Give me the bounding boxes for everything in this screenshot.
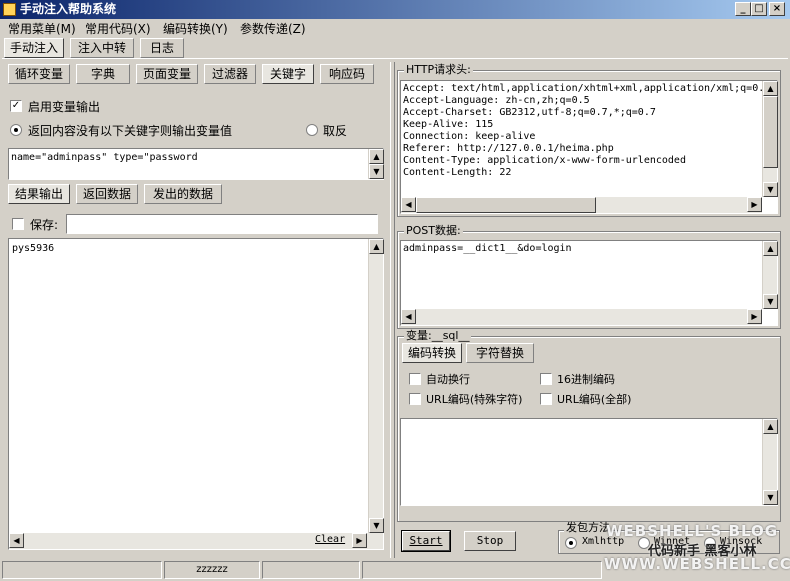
url-encode-all-checkbox[interactable] (540, 393, 552, 405)
scroll-up-icon[interactable]: ▲ (763, 241, 778, 256)
scroll-right-icon[interactable]: ▶ (747, 197, 762, 212)
result-textarea[interactable]: pys5936 ▲ ▼ ◀ Clear ▶ (8, 238, 384, 550)
minimize-button[interactable]: _ (735, 2, 751, 16)
menu-params[interactable]: 参数传递(Z) (240, 20, 306, 38)
scroll-up-icon[interactable]: ▲ (369, 239, 384, 254)
radio-invert-label: 取反 (323, 124, 348, 138)
http-line-accept: Accept: text/html,application/xhtml+xml,… (403, 83, 765, 94)
scroll-right-icon[interactable]: ▶ (352, 533, 367, 548)
http-line-accept-language: Accept-Language: zh-cn,zh;q=0.5 (403, 95, 590, 106)
http-line-content-length: Content-Length: 22 (403, 167, 512, 178)
variable-label: 变量:__sql__ (404, 329, 472, 342)
auto-wrap-label: 自动换行 (426, 373, 470, 386)
scroll-down-icon[interactable]: ▼ (763, 490, 778, 505)
tab-manual-inject[interactable]: 手动注入 (4, 38, 64, 58)
tab-page-var[interactable]: 页面变量 (136, 64, 198, 84)
scroll-thumb[interactable] (416, 197, 596, 213)
tab-char-replace[interactable]: 字符替换 (466, 343, 534, 363)
scroll-left-icon[interactable]: ◀ (401, 197, 416, 212)
scroll-down-icon[interactable]: ▼ (369, 164, 384, 179)
scroll-left-icon[interactable]: ◀ (401, 309, 416, 324)
close-button[interactable]: × (769, 2, 785, 16)
tab-sent-data[interactable]: 发出的数据 (144, 184, 222, 204)
maximize-button[interactable]: □ (751, 2, 767, 16)
http-hscrollbar[interactable]: ◀ ▶ (401, 197, 762, 213)
tab-loop-var[interactable]: 循环变量 (8, 64, 70, 84)
clear-button[interactable]: Clear (315, 534, 345, 545)
http-line-keep-alive: Keep-Alive: 115 (403, 119, 494, 130)
result-text: pys5936 (12, 243, 55, 254)
watermark-url: WWW.WEBSHELL.CC (604, 555, 790, 573)
status-cell-2: zzzzzz (164, 561, 260, 579)
start-button[interactable]: Start (401, 530, 451, 552)
post-data-textarea[interactable]: adminpass=__dict1__&do=login ▲ ▼ ◀ ▶ (400, 240, 778, 326)
tab-divider (2, 58, 788, 59)
result-vscrollbar[interactable]: ▲ ▼ (368, 239, 384, 533)
splitter[interactable] (390, 62, 395, 558)
post-hscrollbar[interactable]: ◀ ▶ (401, 309, 762, 325)
url-encode-all-label: URL编码(全部) (557, 393, 632, 406)
result-hscrollbar[interactable]: ◀ Clear ▶ (9, 533, 383, 549)
status-cell-4 (362, 561, 602, 579)
scroll-down-icon[interactable]: ▼ (763, 182, 778, 197)
scroll-down-icon[interactable]: ▼ (369, 518, 384, 533)
http-line-accept-charset: Accept-Charset: GB2312,utf-8;q=0.7,*;q=0… (403, 107, 656, 118)
url-encode-special-checkbox[interactable] (409, 393, 421, 405)
radio-no-keyword[interactable] (10, 124, 22, 136)
status-cell-3 (262, 561, 360, 579)
tab-result-output[interactable]: 结果输出 (8, 184, 70, 204)
tab-keyword[interactable]: 关键字 (262, 64, 314, 84)
keyword-textarea[interactable]: name="adminpass" type="password ▲ ▼ (8, 148, 384, 180)
http-header-label: HTTP请求头: (404, 63, 473, 76)
url-encode-special-label: URL编码(特殊字符) (426, 393, 523, 406)
encode-output-textarea[interactable]: ▲ ▼ (400, 418, 778, 506)
http-line-connection: Connection: keep-alive (403, 131, 536, 142)
status-cell-1 (2, 561, 162, 579)
tab-log[interactable]: 日志 (140, 38, 184, 58)
auto-wrap-checkbox[interactable] (409, 373, 421, 385)
radio-no-keyword-label: 返回内容没有以下关键字则输出变量值 (28, 124, 233, 138)
enable-var-label: 启用变量输出 (28, 100, 101, 114)
menu-encode[interactable]: 编码转换(Y) (163, 20, 228, 38)
post-vscrollbar[interactable]: ▲ ▼ (762, 241, 778, 309)
http-vscrollbar[interactable]: ▲ ▼ (762, 81, 778, 197)
send-method-label: 发包方法 (564, 521, 612, 534)
scroll-up-icon[interactable]: ▲ (369, 149, 384, 164)
post-data-text: adminpass=__dict1__&do=login (403, 243, 572, 254)
scroll-left-icon[interactable]: ◀ (9, 533, 24, 548)
tab-dictionary[interactable]: 字典 (76, 64, 130, 84)
tab-response-code[interactable]: 响应码 (320, 64, 374, 84)
title-bar: 手动注入帮助系统 _ □ × (0, 0, 790, 19)
http-line-referer: Referer: http://127.0.0.1/heima.php (403, 143, 614, 154)
keyword-scrollbar[interactable]: ▲ ▼ (368, 149, 384, 179)
tab-filter[interactable]: 过滤器 (204, 64, 256, 84)
scroll-thumb[interactable] (763, 96, 778, 168)
menu-common[interactable]: 常用菜单(M) (8, 20, 76, 38)
encode-vscrollbar[interactable]: ▲ ▼ (762, 419, 778, 505)
radio-xmlhttp[interactable] (565, 537, 577, 549)
scroll-up-icon[interactable]: ▲ (763, 81, 778, 96)
scroll-down-icon[interactable]: ▼ (763, 294, 778, 309)
hex-encode-checkbox[interactable] (540, 373, 552, 385)
tab-encode-convert[interactable]: 编码转换 (402, 343, 462, 363)
tab-inject-relay[interactable]: 注入中转 (70, 38, 134, 58)
hex-encode-label: 16进制编码 (557, 373, 615, 386)
scroll-right-icon[interactable]: ▶ (747, 309, 762, 324)
window-title: 手动注入帮助系统 (20, 2, 117, 16)
app-icon (3, 3, 16, 16)
http-line-content-type: Content-Type: application/x-www-form-url… (403, 155, 686, 166)
save-label: 保存: (30, 218, 59, 232)
radio-invert[interactable] (306, 124, 318, 136)
tab-return-data[interactable]: 返回数据 (76, 184, 138, 204)
http-header-textarea[interactable]: Accept: text/html,application/xhtml+xml,… (400, 80, 778, 214)
keyword-text: name="adminpass" type="password (11, 152, 198, 163)
scroll-up-icon[interactable]: ▲ (763, 419, 778, 434)
save-checkbox[interactable] (12, 218, 24, 230)
stop-button[interactable]: Stop (464, 531, 516, 551)
post-data-label: POST数据: (404, 224, 463, 237)
enable-var-checkbox[interactable]: ✓ (10, 100, 22, 112)
watermark-blog: WEBSHELL'S BLOG (606, 522, 779, 540)
save-path-input[interactable] (66, 214, 378, 234)
menu-code[interactable]: 常用代码(X) (85, 20, 151, 38)
